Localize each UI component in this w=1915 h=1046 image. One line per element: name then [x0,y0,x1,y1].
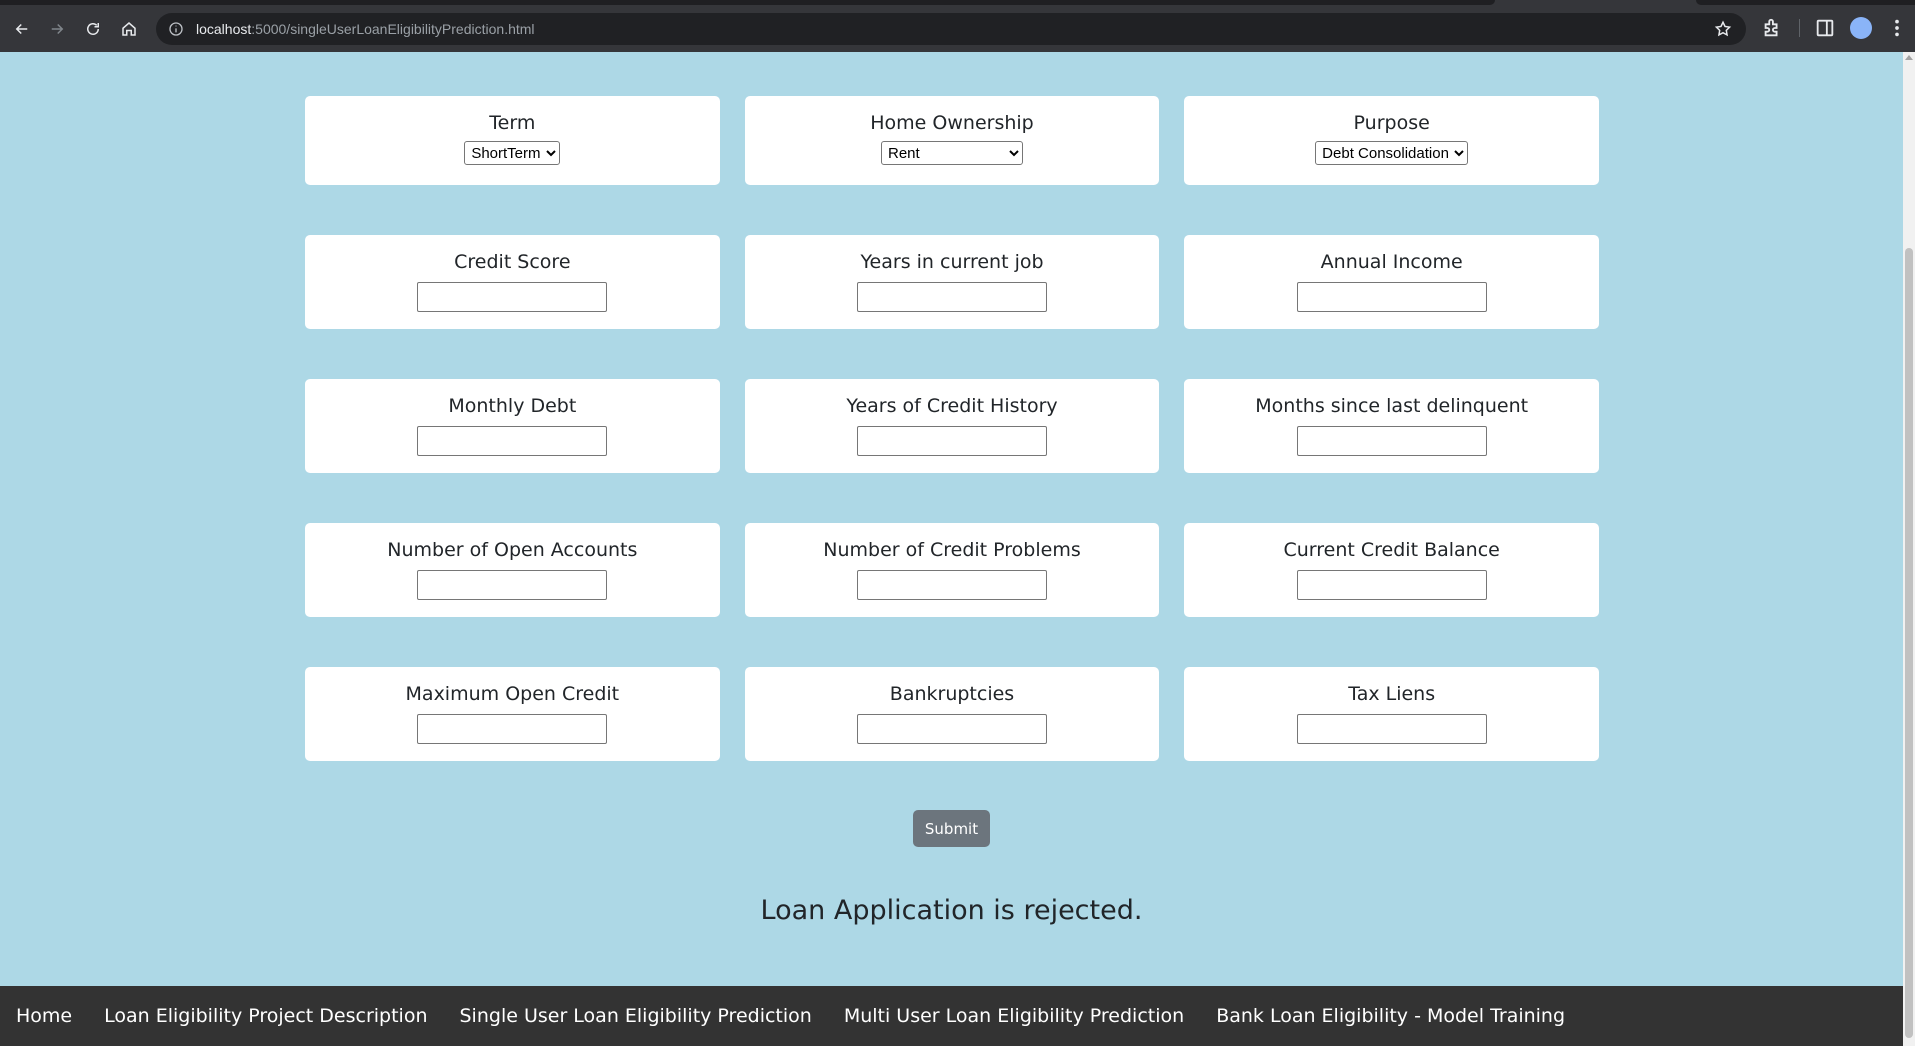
credit-problems-card: Number of Credit Problems [744,523,1160,617]
max-open-credit-card: Maximum Open Credit [305,667,720,761]
monthly-debt-input[interactable] [417,426,608,456]
url-text: localhost:5000/singleUserLoanEligibility… [196,21,535,37]
years-credit-history-card: Years of Credit History [744,379,1160,473]
footer-link-multi-user-prediction[interactable]: Multi User Loan Eligibility Prediction [844,1005,1184,1027]
months-since-delinquent-input[interactable] [1296,426,1487,456]
bankruptcies-input[interactable] [857,714,1047,744]
credit-score-label: Credit Score [454,251,571,273]
open-accounts-input[interactable] [417,570,608,600]
profile-avatar[interactable] [1850,17,1872,39]
form-row-5: Maximum Open Credit Bankruptcies Tax Lie… [305,667,1600,761]
purpose-select[interactable]: Debt Consolidation [1315,141,1469,165]
forward-icon[interactable] [42,14,72,44]
tax-liens-label: Tax Liens [1348,683,1436,705]
tab-strip-right [1696,0,1915,5]
term-card: Term ShortTerm [305,96,720,185]
credit-score-card: Credit Score [305,235,720,329]
form-row-1: Term ShortTerm Home Ownership Rent Purpo… [305,96,1600,185]
footer-nav: Home Loan Eligibility Project Descriptio… [0,986,1903,1046]
footer-link-single-user-prediction[interactable]: Single User Loan Eligibility Prediction [460,1005,812,1027]
reload-icon[interactable] [78,14,108,44]
credit-score-input[interactable] [417,282,608,312]
monthly-debt-label: Monthly Debt [448,395,577,417]
bankruptcies-label: Bankruptcies [889,683,1015,705]
open-accounts-card: Number of Open Accounts [305,523,720,617]
url-path: :5000/singleUserLoanEligibilityPredictio… [251,21,535,37]
months-since-delinquent-label: Months since last delinquent [1255,395,1529,417]
site-info-icon[interactable] [168,21,184,37]
home-ownership-card: Home Ownership Rent [744,96,1160,185]
months-since-delinquent-card: Months since last delinquent [1184,379,1600,473]
toolbar-separator [1799,19,1800,37]
home-ownership-label: Home Ownership [870,112,1034,134]
credit-problems-input[interactable] [857,570,1047,600]
credit-problems-label: Number of Credit Problems [823,539,1081,561]
footer-link-home[interactable]: Home [16,1005,72,1027]
bookmark-star-icon[interactable] [1714,20,1732,38]
term-select[interactable]: ShortTerm [464,141,561,165]
home-ownership-select[interactable]: Rent [881,141,1023,165]
address-bar[interactable]: localhost:5000/singleUserLoanEligibility… [156,13,1746,45]
footer-link-model-training[interactable]: Bank Loan Eligibility - Model Training [1216,1005,1565,1027]
tax-liens-input[interactable] [1296,714,1487,744]
side-panel-icon[interactable] [1814,17,1836,39]
annual-income-label: Annual Income [1320,251,1463,273]
page-content: Term ShortTerm Home Ownership Rent Purpo… [0,52,1903,986]
years-current-job-card: Years in current job [744,235,1160,329]
menu-kebab-icon[interactable] [1886,17,1908,39]
years-credit-history-label: Years of Credit History [846,395,1058,417]
extensions-icon[interactable] [1761,17,1783,39]
form-row-3: Monthly Debt Years of Credit History Mon… [305,379,1600,473]
credit-balance-card: Current Credit Balance [1184,523,1600,617]
purpose-card: Purpose Debt Consolidation [1184,96,1600,185]
years-current-job-input[interactable] [857,282,1047,312]
credit-balance-input[interactable] [1296,570,1487,600]
max-open-credit-input[interactable] [417,714,608,744]
browser-toolbar: localhost:5000/singleUserLoanEligibility… [0,0,1915,52]
max-open-credit-label: Maximum Open Credit [405,683,620,705]
credit-balance-label: Current Credit Balance [1283,539,1500,561]
annual-income-card: Annual Income [1184,235,1600,329]
url-host: localhost [196,21,252,37]
years-credit-history-input[interactable] [857,426,1047,456]
scrollbar-thumb[interactable] [1905,248,1913,1038]
form-row-2: Credit Score Years in current job Annual… [305,235,1600,329]
open-accounts-label: Number of Open Accounts [387,539,638,561]
tax-liens-card: Tax Liens [1184,667,1600,761]
annual-income-input[interactable] [1296,282,1487,312]
back-icon[interactable] [7,14,37,44]
bankruptcies-card: Bankruptcies [744,667,1160,761]
term-label: Term [489,112,536,134]
purpose-label: Purpose [1353,112,1430,134]
home-icon[interactable] [114,14,144,44]
result-message: Loan Application is rejected. [760,895,1143,926]
tab-strip [0,0,1495,5]
page-scrollbar[interactable] [1903,52,1915,1046]
scroll-up-arrow-icon[interactable] [1905,55,1913,60]
submit-button[interactable]: Submit [913,810,990,847]
footer-link-project-description[interactable]: Loan Eligibility Project Description [104,1005,427,1027]
monthly-debt-card: Monthly Debt [305,379,720,473]
years-current-job-label: Years in current job [860,251,1044,273]
form-row-4: Number of Open Accounts Number of Credit… [305,523,1600,617]
